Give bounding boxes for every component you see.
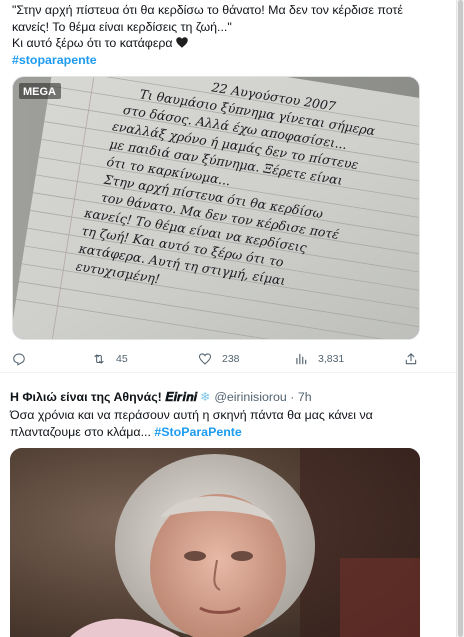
snowflake-icon: ❄ [199,390,211,404]
author-handle-and-time[interactable]: @eirinisiorou · 7h [214,390,311,404]
reply-icon [13,353,25,366]
retweet-button[interactable]: 45 [92,349,128,369]
svg-text:MEGA: MEGA [23,86,56,98]
tweet-media-notebook-photo[interactable]: 22 Αυγούστου 2007 Τι θαυμάσιο ξύπνημα γί… [12,76,420,340]
share-icon [405,353,417,365]
views-button[interactable]: 3,831 [294,349,344,369]
tweet[interactable]: "Στην αρχή πίστευα ότι θα κερδίσω το θάν… [0,0,456,373]
tweet[interactable]: Η Φιλιώ είναι της Αθηνάς! 𝑬𝒊𝒓𝒊𝒏𝒊 ❄ @eirini… [0,374,456,637]
tweet-text-line: Όσα χρόνια και να περάσουν αυτή η σκηνή … [10,408,373,422]
retweet-count: 45 [116,353,128,365]
like-count: 238 [222,353,240,365]
tweet-text-segment: πλανταζουμε στο κλάμα... [10,424,151,439]
elderly-woman-image [10,448,420,637]
timeline-feed: "Στην αρχή πίστευα ότι θα κερδίσω το θάν… [0,0,464,637]
tweet-text: Όσα χρόνια και να περάσουν αυτή η σκηνή … [10,407,440,440]
tweet-text-segment: Κι αυτό ξέρω ότι το κατάφερα [12,36,173,51]
tweet-text: "Στην αρχή πίστευα ότι θα κερδίσω το θάν… [12,2,447,68]
share-button[interactable] [404,349,428,369]
tweet-text-line: κανείς! Το θέμα είναι κερδίσεις τη ζωή..… [12,19,232,34]
black-heart-icon [175,37,188,48]
author-display-name[interactable]: Η Φιλιώ είναι της Αθηνάς! 𝑬𝒊𝒓𝒊𝒏𝒊 [10,390,197,404]
hashtag-link[interactable]: #stoparapente [12,52,447,69]
views-count: 3,831 [318,353,345,365]
reply-button[interactable] [12,349,36,369]
tweet-media-video-still[interactable] [10,448,420,637]
notebook-handwriting-image: 22 Αυγούστου 2007 Τι θαυμάσιο ξύπνημα γί… [13,77,419,339]
tweet-text-line: "Στην αρχή πίστευα ότι θα κερδίσω το θάν… [12,3,403,17]
scrollbar-thumb[interactable] [458,0,463,637]
tweet-actions: 45 238 3,831 [12,349,424,369]
scrollbar[interactable] [456,0,464,637]
heart-outline-icon [198,353,212,365]
like-button[interactable]: 238 [198,349,240,369]
hashtag-link[interactable]: #StoParaPente [154,425,241,439]
tweet-text-line: πλανταζουμε στο κλάμα... #StoParaPente [10,424,440,441]
tweet-text-line: Κι αυτό ξέρω ότι το κατάφερα [12,35,447,52]
views-chart-icon [296,353,307,365]
tweet-header: Η Φιλιώ είναι της Αθηνάς! 𝑬𝒊𝒓𝒊𝒏𝒊 ❄ @eirini… [10,389,312,405]
retweet-icon [94,354,104,364]
channel-logo: MEGA [19,83,61,99]
